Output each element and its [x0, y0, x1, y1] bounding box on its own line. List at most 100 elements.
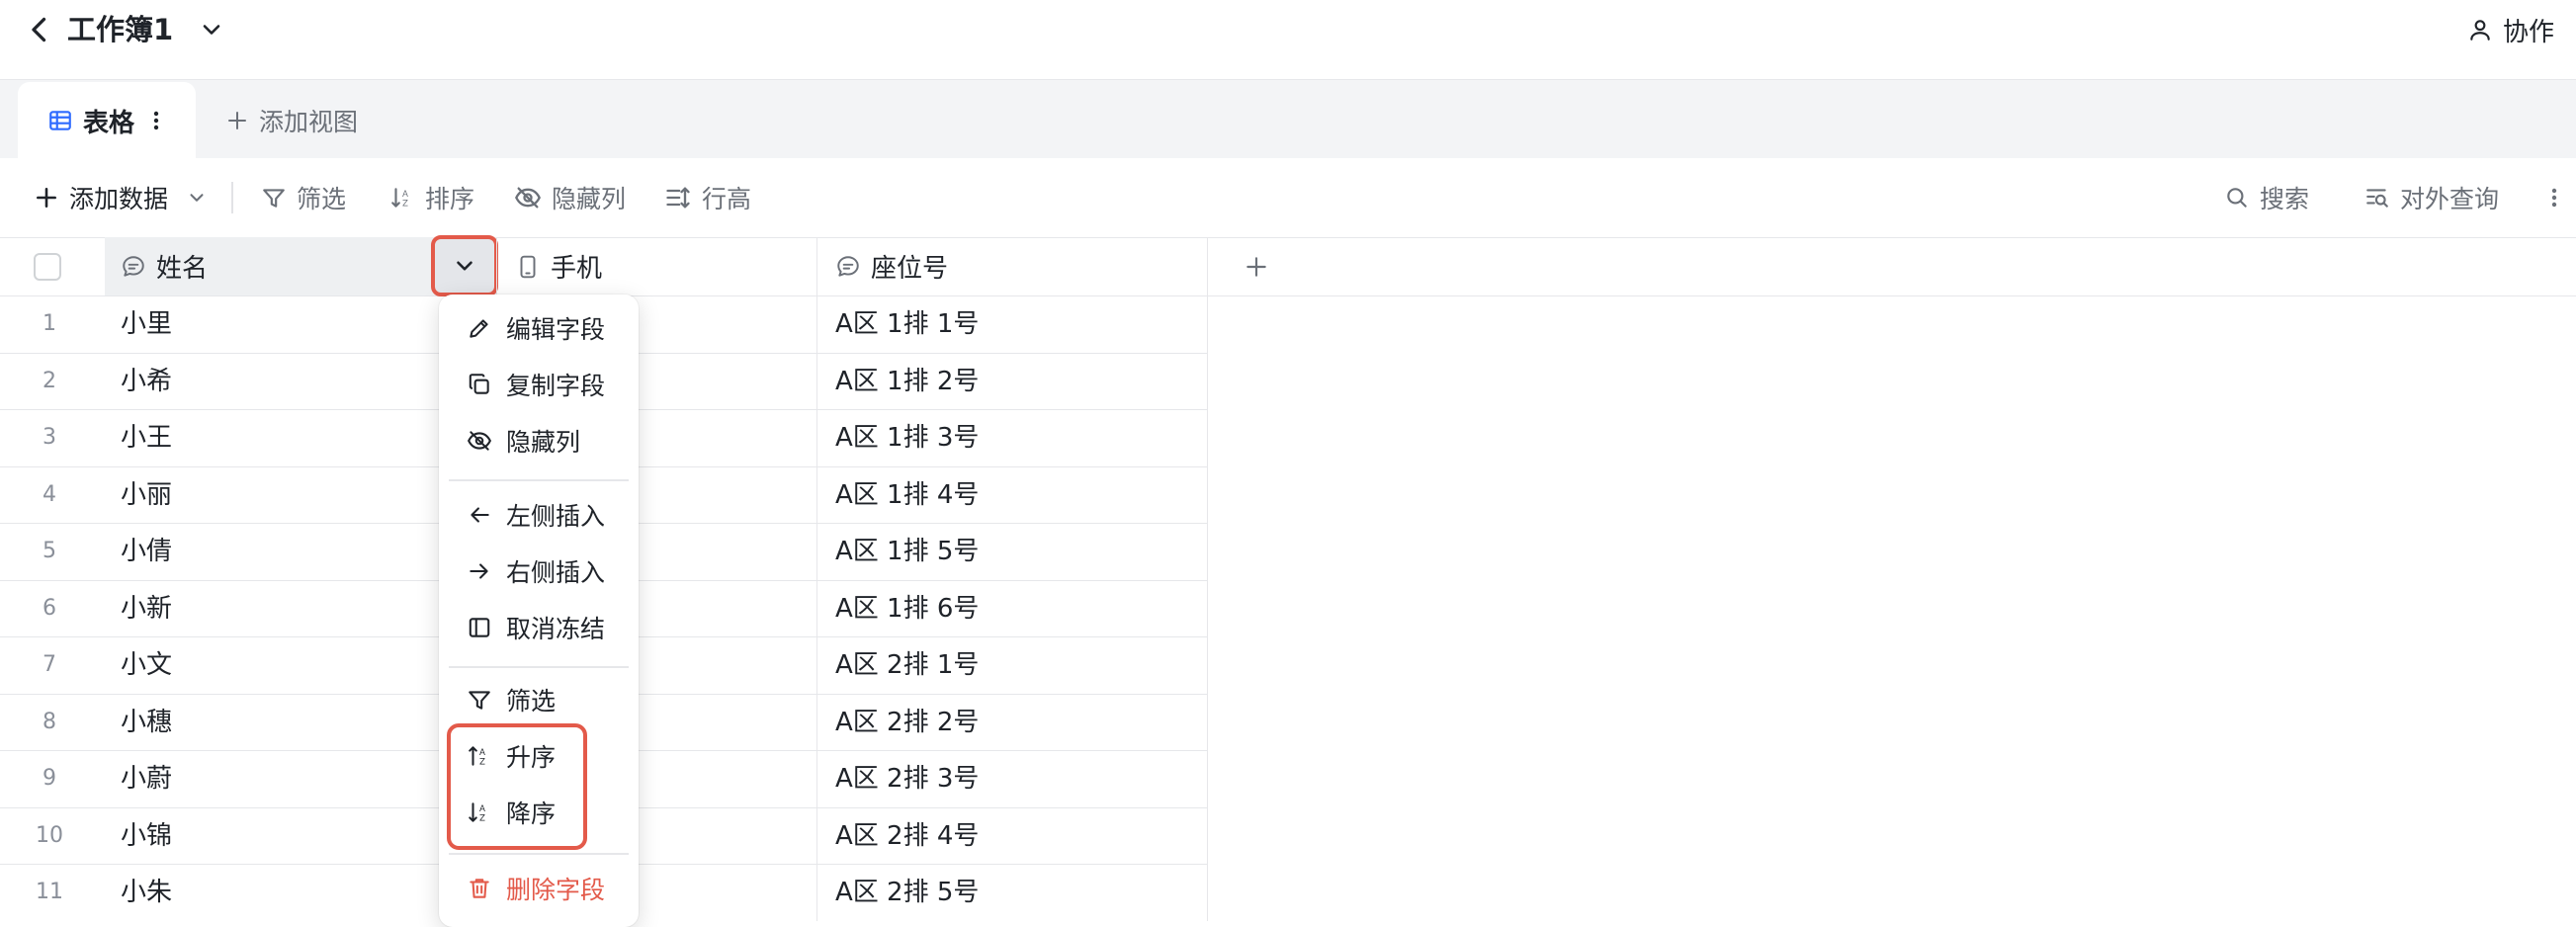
cell-name[interactable]: 小朱: [121, 865, 172, 920]
menu-item-unfreeze[interactable]: 取消冻结: [439, 601, 639, 654]
row-number: 7: [43, 652, 56, 677]
search-icon: [2224, 185, 2250, 211]
cell-seat[interactable]: A区 1排 4号: [816, 466, 1208, 524]
arrow-left-icon: [467, 502, 492, 528]
tab-table[interactable]: 表格: [18, 82, 196, 159]
row-number: 4: [43, 481, 56, 507]
menu-item-label: 右侧插入: [506, 558, 606, 587]
collab-button[interactable]: 协作: [2467, 10, 2554, 49]
toolbar: 添加数据 筛选 AZ 排序 隐藏列 行高 搜索 对外查询: [0, 158, 2576, 238]
add-view-button[interactable]: 添加视图: [225, 82, 358, 159]
select-all-checkbox[interactable]: [34, 253, 61, 281]
phone-field-icon: [515, 254, 541, 280]
cell-name[interactable]: 小蔚: [121, 751, 172, 806]
menu-item-label: 左侧插入: [506, 502, 606, 531]
menu-item-delete-field[interactable]: 删除字段: [439, 862, 639, 915]
cell-name[interactable]: 小希: [121, 354, 172, 409]
menu-divider: [449, 666, 629, 668]
add-column-button[interactable]: [1208, 237, 2576, 296]
row-number: 10: [36, 822, 63, 848]
more-vertical-icon[interactable]: [2548, 182, 2560, 213]
unfreeze-icon: [467, 615, 492, 640]
text-field-icon: [835, 254, 861, 280]
more-vertical-icon[interactable]: [150, 106, 162, 135]
public-query-button[interactable]: 对外查询: [2364, 158, 2499, 237]
table-icon: [47, 108, 73, 133]
cell-seat[interactable]: A区 2排 2号: [816, 694, 1208, 751]
search-button[interactable]: 搜索: [2224, 158, 2309, 237]
filter-label: 筛选: [297, 185, 347, 213]
sort-label: 排序: [425, 185, 475, 213]
menu-item-hide-column[interactable]: 隐藏列: [439, 414, 639, 467]
cell-seat[interactable]: A区 1排 6号: [816, 580, 1208, 637]
column-label: 手机: [551, 254, 603, 284]
menu-divider: [449, 479, 629, 481]
plus-icon: [225, 109, 249, 132]
cell-name[interactable]: 小倩: [121, 524, 172, 579]
cell-seat[interactable]: A区 1排 2号: [816, 353, 1208, 410]
pencil-icon: [467, 315, 492, 341]
menu-divider: [449, 853, 629, 855]
row-height-button[interactable]: 行高: [664, 158, 751, 237]
cell-name[interactable]: 小丽: [121, 467, 172, 523]
sort-button[interactable]: AZ 排序: [389, 158, 474, 237]
cell-seat[interactable]: A区 2排 1号: [816, 637, 1208, 694]
user-icon: [2467, 17, 2493, 42]
cell-seat[interactable]: A区 2排 4号: [816, 807, 1208, 865]
search-label: 搜索: [2260, 185, 2310, 213]
row-height-label: 行高: [702, 185, 752, 213]
plus-icon: [1244, 254, 1269, 280]
column-header-phone[interactable]: 手机: [496, 237, 816, 296]
data-grid: 姓名 手机 座位号 1 小里 678 A区 1排 1号 2 小希 678 A区 …: [0, 235, 2576, 927]
menu-item-filter[interactable]: 筛选: [439, 673, 639, 726]
row-number: 3: [43, 425, 56, 450]
cell-name[interactable]: 小王: [121, 410, 172, 465]
toolbar-divider: [231, 182, 233, 213]
cell-seat[interactable]: A区 1排 5号: [816, 524, 1208, 580]
add-view-label: 添加视图: [259, 108, 359, 136]
cell-seat[interactable]: A区 2排 3号: [816, 751, 1208, 807]
menu-item-insert-right[interactable]: 右侧插入: [439, 545, 639, 598]
back-icon[interactable]: [22, 12, 57, 47]
chevron-down-icon[interactable]: [186, 187, 208, 209]
svg-text:Z: Z: [402, 200, 408, 210]
cell-seat[interactable]: A区 1排 1号: [816, 296, 1208, 353]
menu-item-copy-field[interactable]: 复制字段: [439, 358, 639, 411]
menu-item-insert-left[interactable]: 左侧插入: [439, 488, 639, 542]
row-number: 1: [43, 311, 56, 336]
column-header-seat[interactable]: 座位号: [816, 237, 1208, 296]
cell-seat[interactable]: A区 1排 3号: [816, 410, 1208, 466]
cell-seat[interactable]: A区 2排 5号: [816, 865, 1208, 921]
column-context-menu: 编辑字段 复制字段 隐藏列 左侧插入 右侧插入 取消冻结 筛选 A Z 升序 A…: [439, 295, 639, 927]
cell-name[interactable]: 小锦: [121, 808, 172, 864]
cell-name[interactable]: 小穗: [121, 695, 172, 750]
top-bar: 工作簿1 协作: [0, 0, 2576, 79]
menu-item-label: 复制字段: [506, 372, 606, 400]
hide-columns-label: 隐藏列: [552, 185, 627, 213]
sort-icon: AZ: [389, 185, 415, 211]
column-menu-button[interactable]: [431, 235, 498, 296]
workbook-title[interactable]: 工作簿1: [67, 6, 173, 53]
copy-icon: [467, 372, 492, 397]
add-data-button[interactable]: 添加数据: [34, 158, 208, 237]
menu-item-label: 隐藏列: [506, 428, 581, 457]
cell-name[interactable]: 小里: [121, 296, 172, 352]
menu-item-label: 删除字段: [506, 876, 606, 904]
sort-options-highlight: [447, 723, 587, 850]
menu-item-label: 取消冻结: [506, 615, 606, 643]
hide-columns-button[interactable]: 隐藏列: [514, 158, 626, 237]
cell-name[interactable]: 小文: [121, 637, 172, 693]
menu-item-edit-field[interactable]: 编辑字段: [439, 301, 639, 355]
cell-name[interactable]: 小新: [121, 581, 172, 636]
view-tab-bar: 表格 添加视图: [0, 79, 2576, 159]
column-label: 姓名: [156, 254, 209, 284]
chevron-down-icon[interactable]: [198, 16, 225, 43]
filter-button[interactable]: 筛选: [261, 158, 346, 237]
header-select-cell: [0, 237, 105, 296]
text-field-icon: [121, 254, 146, 280]
menu-item-label: 筛选: [506, 687, 557, 716]
row-number: 11: [36, 880, 63, 904]
row-number: 6: [43, 595, 56, 621]
collab-label: 协作: [2502, 17, 2554, 47]
public-query-label: 对外查询: [2400, 185, 2500, 213]
